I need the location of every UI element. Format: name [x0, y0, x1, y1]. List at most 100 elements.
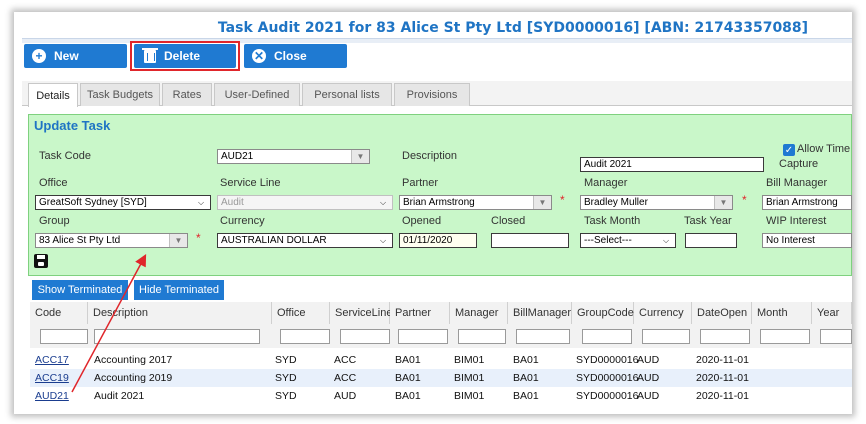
group-label: Group [39, 215, 70, 227]
table-row[interactable]: ACC19 Accounting 2019 SYD ACC BA01 BIM01… [30, 369, 852, 387]
hide-terminated-button[interactable]: Hide Terminated [134, 280, 224, 300]
filter-input[interactable] [700, 329, 750, 344]
close-button[interactable]: ✕ Close [244, 44, 347, 68]
cell: SYD0000016 [576, 390, 639, 402]
bill-manager-select[interactable]: Brian Armstrong [762, 195, 852, 210]
cell: BA01 [513, 390, 539, 402]
column-header[interactable]: Description [88, 302, 272, 324]
cell: BIM01 [454, 372, 485, 384]
filter-input[interactable] [40, 329, 88, 344]
cell: SYD0000016 [576, 372, 639, 384]
column-header[interactable]: Manager [450, 302, 508, 324]
tab-user-defined[interactable]: User-Defined [214, 83, 300, 106]
filter-input[interactable] [458, 329, 506, 344]
allow-time-capture-checkbox[interactable]: ✓ [783, 144, 795, 156]
task-month-value: ---Select--- [584, 235, 632, 246]
filter-input[interactable] [398, 329, 448, 344]
save-icon[interactable] [34, 254, 48, 268]
filter-input[interactable] [516, 329, 570, 344]
column-header[interactable]: BillManager [508, 302, 572, 324]
task-month-select[interactable]: ---Select--- ⌵ [580, 233, 676, 248]
service-line-select[interactable]: Audit ⌵ [217, 195, 393, 210]
filter-input[interactable] [760, 329, 810, 344]
currency-select[interactable]: AUSTRALIAN DOLLAR ⌵ [217, 233, 393, 248]
cell: Accounting 2019 [94, 372, 173, 384]
cell: BIM01 [454, 354, 485, 366]
required-marker: * [742, 193, 747, 207]
cell: 2020-11-01 [696, 372, 749, 384]
closed-date-input[interactable] [491, 233, 569, 248]
partner-value: Brian Armstrong [403, 197, 475, 208]
wip-interest-select[interactable]: No Interest [762, 233, 852, 248]
tab-personal-lists[interactable]: Personal lists [302, 83, 392, 106]
service-line-value: Audit [221, 197, 244, 208]
opened-label: Opened [402, 215, 442, 227]
tab-provisions[interactable]: Provisions [394, 83, 470, 106]
description-input[interactable]: Audit 2021 [580, 157, 764, 172]
opened-date-input[interactable]: 01/11/2020 [399, 233, 477, 248]
task-code-label: Task Code [39, 150, 91, 162]
cell: BA01 [395, 354, 421, 366]
filter-input[interactable] [340, 329, 390, 344]
plus-icon: + [32, 49, 46, 63]
filter-input[interactable] [642, 329, 690, 344]
tab-rates[interactable]: Rates [162, 83, 212, 106]
delete-button-label: Delete [164, 49, 201, 63]
trash-icon [142, 47, 158, 63]
column-header[interactable]: Office [272, 302, 330, 324]
chevron-down-icon: ⌵ [197, 197, 205, 207]
column-header[interactable]: GroupCode [572, 302, 634, 324]
task-code-link[interactable]: AUD21 [35, 390, 69, 402]
column-header[interactable]: Year [812, 302, 852, 324]
column-header[interactable]: Month [752, 302, 812, 324]
column-header[interactable]: Code [30, 302, 88, 324]
task-year-input[interactable] [685, 233, 737, 248]
column-header[interactable]: Currency [634, 302, 692, 324]
currency-label: Currency [220, 215, 265, 227]
group-select[interactable]: 83 Alice St Pty Ltd ▼ [35, 233, 188, 248]
manager-value: Bradley Muller [584, 197, 648, 208]
cell: Accounting 2017 [94, 354, 173, 366]
cell: AUD [334, 390, 357, 402]
filter-input[interactable] [820, 329, 852, 344]
tab-task-budgets[interactable]: Task Budgets [80, 83, 160, 106]
closed-label: Closed [491, 215, 526, 227]
wip-interest-value: No Interest [766, 235, 815, 246]
task-code-select[interactable]: AUD21 ▼ [217, 149, 370, 164]
cell: ACC [334, 372, 357, 384]
chevron-down-icon: ▼ [533, 196, 551, 209]
required-marker: * [196, 231, 201, 245]
group-value: 83 Alice St Pty Ltd [39, 235, 121, 246]
chevron-down-icon: ⌵ [379, 197, 387, 207]
table-row[interactable]: ACC17 Accounting 2017 SYD ACC BA01 BIM01… [30, 351, 852, 369]
bill-manager-value: Brian Armstrong [766, 197, 838, 208]
cell: SYD0000016 [576, 354, 639, 366]
tab-details[interactable]: Details [28, 83, 78, 107]
cell: ACC [334, 354, 357, 366]
tab-bar: Details Task Budgets Rates User-Defined … [22, 81, 852, 107]
task-code-link[interactable]: ACC17 [35, 354, 69, 366]
new-button[interactable]: + New [24, 44, 127, 68]
required-marker: * [560, 193, 565, 207]
chevron-down-icon: ▼ [351, 150, 369, 163]
partner-select[interactable]: Brian Armstrong ▼ [399, 195, 552, 210]
manager-select[interactable]: Bradley Muller ▼ [580, 195, 733, 210]
task-month-label: Task Month [584, 215, 641, 227]
filter-input[interactable] [582, 329, 632, 344]
table-row[interactable]: AUD21 Audit 2021 SYD AUD BA01 BIM01 BA01… [30, 387, 852, 405]
column-header[interactable]: Partner [390, 302, 450, 324]
cell: AUD [637, 372, 660, 384]
filter-input[interactable] [94, 329, 260, 344]
filter-input[interactable] [280, 329, 330, 344]
task-code-link[interactable]: ACC19 [35, 372, 69, 384]
service-line-label: Service Line [220, 177, 281, 189]
office-select[interactable]: GreatSoft Sydney [SYD] ⌵ [35, 195, 211, 210]
delete-button[interactable]: Delete [134, 44, 236, 68]
column-header[interactable]: DateOpen [692, 302, 752, 324]
close-icon: ✕ [252, 49, 266, 63]
show-terminated-button[interactable]: Show Terminated [32, 280, 128, 300]
window-title: Task Audit 2021 for 83 Alice St Pty Ltd … [217, 20, 809, 36]
cell: BA01 [513, 372, 539, 384]
column-header[interactable]: ServiceLine [330, 302, 392, 324]
cell: SYD [275, 372, 297, 384]
